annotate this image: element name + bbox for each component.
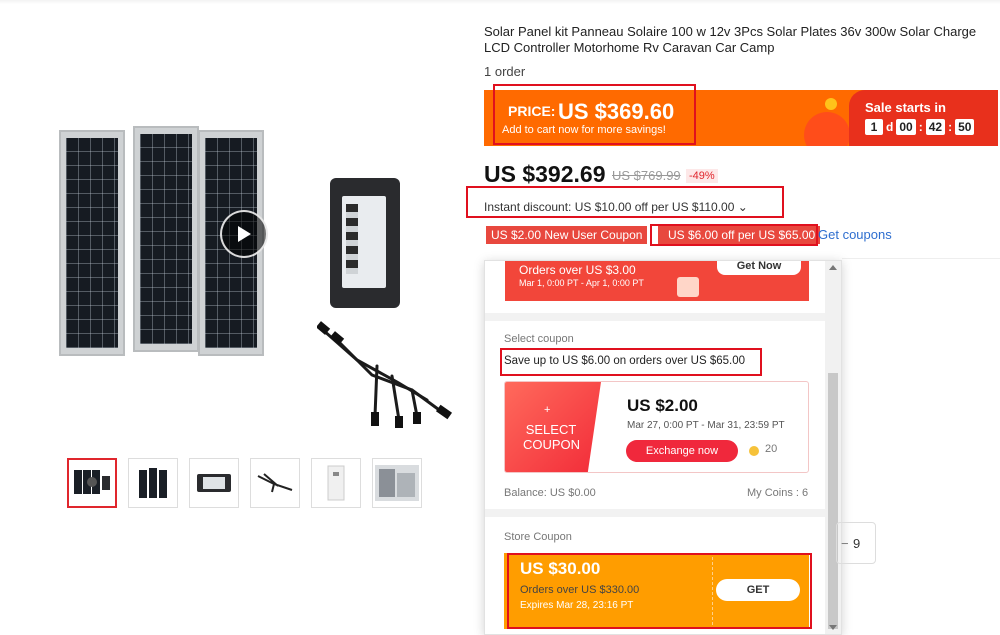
solar-panel-image — [133, 126, 199, 352]
scroll-down-icon[interactable] — [829, 625, 837, 630]
get-coupons-link[interactable]: Get coupons — [818, 227, 892, 242]
timer-minutes: 42 — [925, 119, 946, 135]
divider — [485, 509, 827, 517]
timer-separator: : — [948, 120, 953, 134]
product-title: Solar Panel kit Panneau Solaire 100 w 12… — [484, 24, 977, 55]
new-user-coupon-card: Orders over US $3.00 Mar 1, 0:00 PT - Ap… — [505, 261, 809, 301]
dropdown-scrollbar[interactable] — [825, 261, 841, 634]
top-strip — [0, 0, 1000, 4]
timer-seconds: 50 — [955, 119, 975, 135]
quantity-value: 9 — [853, 536, 861, 551]
quantity-stepper[interactable]: − 9 — [836, 522, 876, 564]
thumbnail-installation[interactable] — [372, 458, 422, 508]
thumbnail-panels[interactable] — [128, 458, 178, 508]
divider — [485, 313, 827, 321]
select-coupon-area[interactable]: + SELECT COUPON — [505, 382, 601, 472]
coupon-dates: Mar 27, 0:00 PT - Mar 31, 23:59 PT — [627, 420, 785, 431]
highlight-box — [650, 224, 818, 246]
timer-days-label: d — [886, 120, 894, 134]
scrollbar-thumb[interactable] — [828, 373, 838, 629]
decor-dot — [825, 98, 837, 110]
divider — [842, 258, 1000, 259]
thumbnail-strip — [67, 458, 422, 508]
charge-controller-image — [330, 178, 400, 308]
decrement-icon[interactable]: − — [841, 536, 849, 551]
current-price: US $392.69 — [484, 161, 606, 187]
main-product-image[interactable] — [55, 120, 455, 440]
plus-icon: + — [544, 404, 551, 416]
highlight-box — [500, 348, 762, 376]
sale-title: Sale starts in — [865, 100, 946, 115]
selectable-coupon-card[interactable]: + SELECT COUPON US $2.00 Mar 27, 0:00 PT… — [504, 381, 809, 473]
balance-text: Balance: US $0.00 — [504, 487, 596, 499]
coin-cost: 20 — [765, 443, 778, 455]
order-count: 1 order — [484, 64, 526, 79]
play-video-icon[interactable] — [220, 210, 268, 258]
thumbnail-cables[interactable] — [250, 458, 300, 508]
timer-days: 1 — [865, 119, 883, 135]
countdown-timer: 1 d 00 : 42 : 50 — [865, 119, 975, 135]
thumbnail-package[interactable] — [311, 458, 361, 508]
store-coupon-label: Store Coupon — [504, 531, 572, 543]
new-user-coupon-condition: Orders over US $3.00 — [519, 263, 636, 277]
select-coupon-label: Select coupon — [504, 333, 574, 345]
highlight-box — [507, 553, 812, 629]
sale-countdown: Sale starts in 1 d 00 : 42 : 50 — [849, 90, 998, 146]
scroll-up-icon[interactable] — [829, 265, 837, 270]
my-coins-text: My Coins : 6 — [747, 487, 809, 499]
thumbnail-controller[interactable] — [189, 458, 239, 508]
decor-circle — [804, 112, 850, 146]
exchange-now-button[interactable]: Exchange now — [626, 440, 738, 462]
gift-icon — [677, 277, 699, 297]
coin-icon — [749, 446, 759, 456]
thumbnail-kit[interactable] — [67, 458, 117, 508]
new-user-coupon-tag[interactable]: US $2.00 New User Coupon — [486, 226, 648, 244]
select-coupon-text: SELECT COUPON — [523, 422, 581, 452]
discount-badge: -49% — [686, 169, 718, 183]
solar-panel-image — [59, 130, 125, 356]
y-cable-image — [317, 321, 453, 428]
new-user-coupon-dates: Mar 1, 0:00 PT - Apr 1, 0:00 PT — [519, 278, 644, 288]
timer-hours: 00 — [896, 119, 916, 135]
get-now-button[interactable]: Get Now — [717, 261, 801, 275]
coupon-amount: US $2.00 — [627, 396, 698, 415]
timer-separator: : — [918, 120, 923, 134]
highlight-box — [466, 186, 784, 218]
highlight-box — [493, 84, 696, 145]
original-price: US $769.99 — [612, 168, 681, 183]
